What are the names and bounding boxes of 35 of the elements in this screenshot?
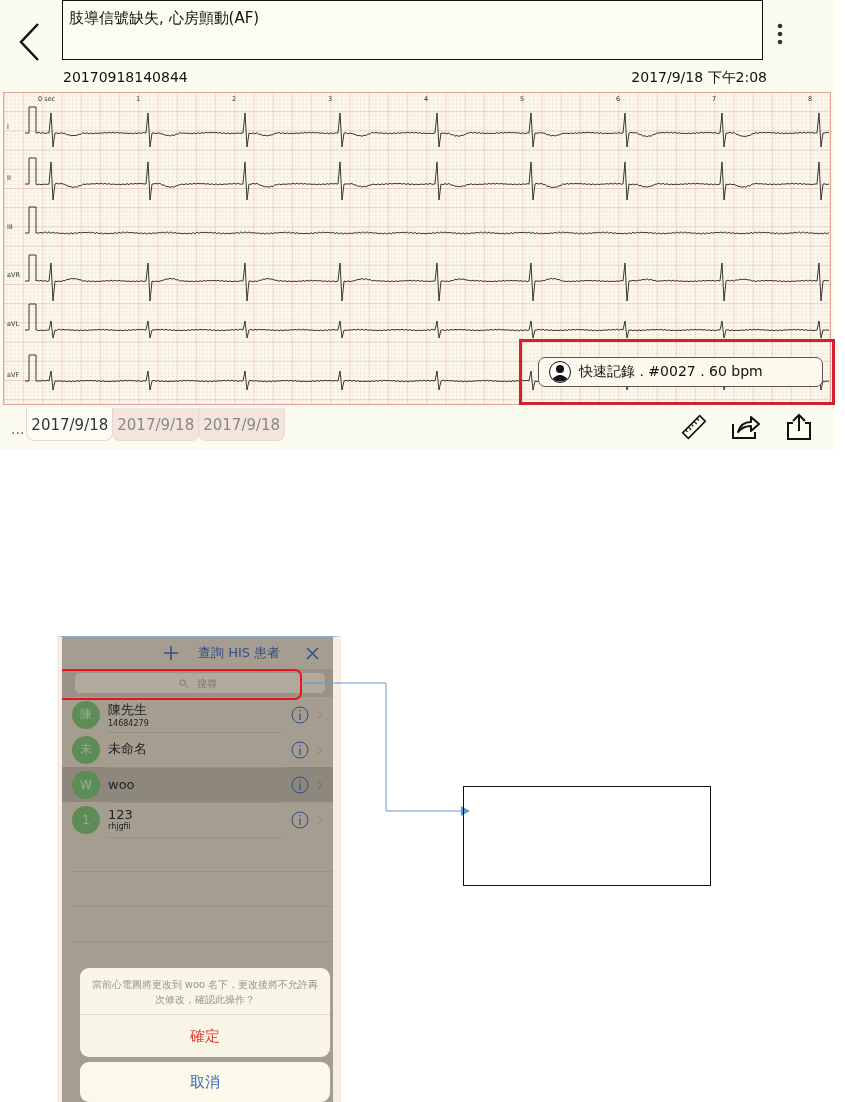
- info-icon[interactable]: [291, 705, 309, 724]
- add-icon[interactable]: [164, 646, 178, 660]
- patient-detail: rhjgfii: [108, 822, 132, 831]
- confirm-button[interactable]: 確定: [80, 1015, 330, 1057]
- info-icon[interactable]: [291, 740, 309, 759]
- patient-badge[interactable]: 快速記錄 . #0027 . 60 bpm: [538, 357, 823, 387]
- cancel-button[interactable]: 取消: [80, 1062, 330, 1102]
- date-tab[interactable]: 2017/9/18: [26, 408, 114, 441]
- more-tabs-label[interactable]: ...: [8, 421, 28, 441]
- info-icon[interactable]: [291, 810, 309, 829]
- chevron-icon: [317, 779, 323, 790]
- close-icon[interactable]: [306, 646, 320, 660]
- back-icon: [18, 22, 42, 62]
- search-icon: [179, 679, 188, 688]
- record-id: 20170918140844: [63, 69, 188, 87]
- upload-icon[interactable]: [785, 413, 813, 441]
- patient-name: woo: [108, 776, 136, 792]
- record-datetime: 2017/9/18 下午2:08: [631, 69, 767, 87]
- screen-title: 查詢 HIS 患者: [198, 644, 281, 662]
- badge-text: 快速記錄 . #0027 . 60 bpm: [579, 363, 763, 381]
- diagnosis-field[interactable]: 肢導信號缺失, 心房顫動(AF): [62, 0, 763, 60]
- ruler-icon[interactable]: [681, 414, 707, 440]
- patient-name: 陳先生: [108, 700, 148, 719]
- patient-name: 123: [108, 807, 134, 822]
- person-icon: [549, 361, 571, 383]
- patient-name: 未命名: [108, 740, 148, 758]
- info-icon[interactable]: [291, 775, 309, 794]
- alert-message: 當前心電圖將更改到 woo 名下，更改後將不允許再次修改，確認此操作？: [80, 968, 330, 1015]
- patient-detail: 14684279: [108, 718, 150, 728]
- chevron-icon: [317, 744, 323, 755]
- more-button[interactable]: [777, 23, 783, 45]
- share-icon[interactable]: [731, 414, 761, 440]
- chevron-icon: [317, 709, 323, 720]
- chevron-icon: [317, 814, 323, 825]
- more-icon: [777, 23, 783, 45]
